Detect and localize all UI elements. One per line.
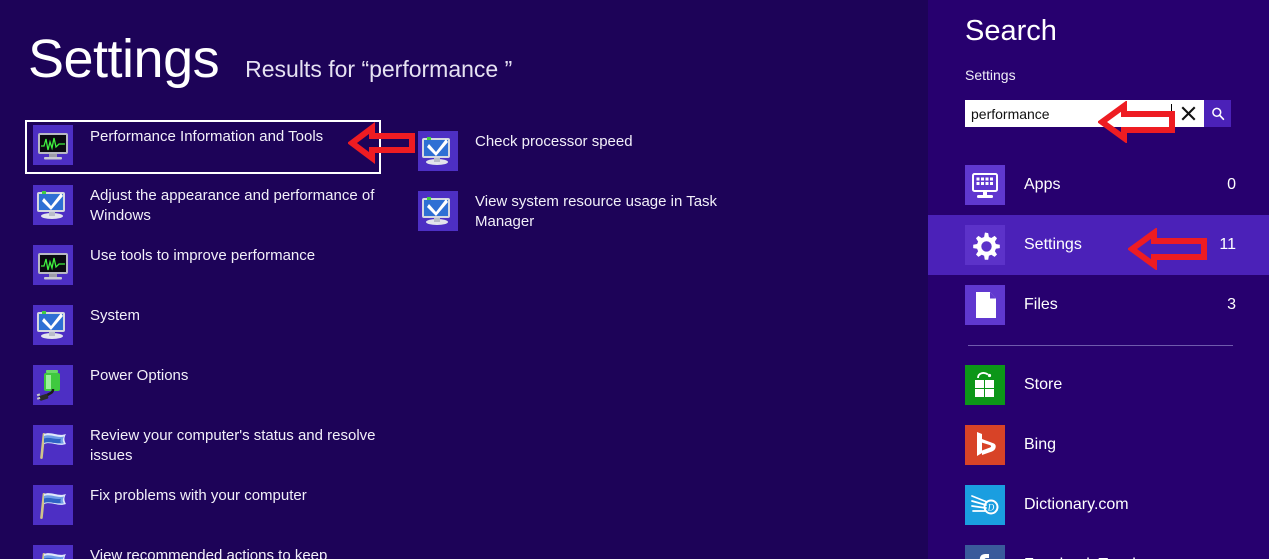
scope-item-settings[interactable]: Settings 11 (928, 215, 1269, 275)
result-item-view-recommended-actions[interactable]: View recommended actions to keep (25, 540, 405, 559)
result-item-power-options[interactable]: Power Options (25, 360, 405, 410)
scope-item-apps[interactable]: Apps 0 (928, 155, 1269, 215)
document-page-icon (965, 285, 1005, 325)
result-item-performance-information-and-tools[interactable]: Performance Information and Tools (25, 120, 381, 174)
scope-count: 3 (1227, 296, 1236, 313)
performance-monitor-icon (33, 245, 73, 285)
scope-name: Apps (1024, 176, 1061, 193)
settings-results-area: Settings Results for “performance ” Perf… (0, 0, 928, 559)
result-item-system[interactable]: System (25, 300, 405, 350)
apps-monitor-icon (965, 165, 1005, 205)
result-label: Power Options (90, 367, 189, 384)
system-monitor-check-icon (418, 191, 458, 231)
system-monitor-check-icon (33, 305, 73, 345)
result-label: Performance Information and Tools (90, 128, 324, 145)
result-item-check-processor-speed[interactable]: Check processor speed (410, 126, 790, 176)
app-name: Store (1024, 376, 1063, 393)
action-center-flag-icon (33, 545, 73, 559)
result-label: Review your computer's status and resolv… (90, 427, 376, 464)
system-monitor-check-icon (33, 185, 73, 225)
result-label: View system resource usage in Task Manag… (475, 193, 718, 230)
search-box[interactable] (965, 100, 1231, 127)
result-label: Fix problems with your computer (90, 487, 307, 504)
action-center-flag-icon (33, 425, 73, 465)
scope-item-files[interactable]: Files 3 (928, 275, 1269, 335)
scope-count: 0 (1227, 176, 1236, 193)
search-input[interactable] (965, 100, 1171, 127)
scope-count: 11 (1219, 236, 1236, 253)
app-item-store[interactable]: Store (928, 355, 1269, 415)
result-label: Adjust the appearance and performance of… (90, 187, 375, 224)
magnifier-icon[interactable] (1204, 100, 1231, 127)
windows-search-screen: Settings Results for “performance ” Perf… (0, 0, 1269, 559)
scope-name: Settings (1024, 236, 1082, 253)
result-item-view-system-resource-usage[interactable]: View system resource usage in Task Manag… (410, 186, 790, 236)
result-item-fix-problems[interactable]: Fix problems with your computer (25, 480, 405, 530)
result-item-review-computer-status[interactable]: Review your computer's status and resolv… (25, 420, 405, 470)
page-title: Settings (28, 29, 220, 89)
app-item-facebook-touch[interactable]: Facebook Touch (928, 535, 1269, 559)
store-icon (965, 365, 1005, 405)
result-label: Use tools to improve performance (90, 247, 316, 264)
facebook-icon (965, 545, 1005, 559)
search-panel-title: Search (965, 15, 1057, 47)
result-label: Check processor speed (475, 133, 633, 150)
performance-monitor-icon (33, 125, 73, 165)
dictionary-icon: D (965, 485, 1005, 525)
divider (968, 345, 1233, 346)
action-center-flag-icon (33, 485, 73, 525)
bing-icon (965, 425, 1005, 465)
result-label: System (90, 307, 141, 324)
app-name: Bing (1024, 436, 1057, 453)
result-label: View recommended actions to keep (90, 547, 328, 559)
battery-plug-icon (33, 365, 73, 405)
close-x-icon[interactable] (1172, 100, 1204, 127)
search-scope-label: Settings (965, 67, 1016, 83)
svg-text:D: D (987, 503, 995, 513)
system-monitor-check-icon (418, 131, 458, 171)
search-charm-panel: Search Settings performance Apps 0 Setti… (928, 0, 1269, 559)
app-item-bing[interactable]: Bing (928, 415, 1269, 475)
app-item-dictionary[interactable]: D Dictionary.com (928, 475, 1269, 535)
result-item-use-tools-to-improve-performance[interactable]: Use tools to improve performance (25, 240, 405, 290)
results-column-right: Check processor speed View system resour… (410, 120, 790, 246)
results-for-label: Results for “performance ” (245, 56, 513, 82)
results-column-left: Performance Information and Tools Adjust… (25, 120, 405, 559)
app-name: Dictionary.com (1024, 496, 1129, 513)
result-item-adjust-appearance-performance[interactable]: Adjust the appearance and performance of… (25, 180, 405, 230)
gear-icon (965, 225, 1005, 265)
header: Settings Results for “performance ” (28, 32, 512, 86)
scope-name: Files (1024, 296, 1058, 313)
